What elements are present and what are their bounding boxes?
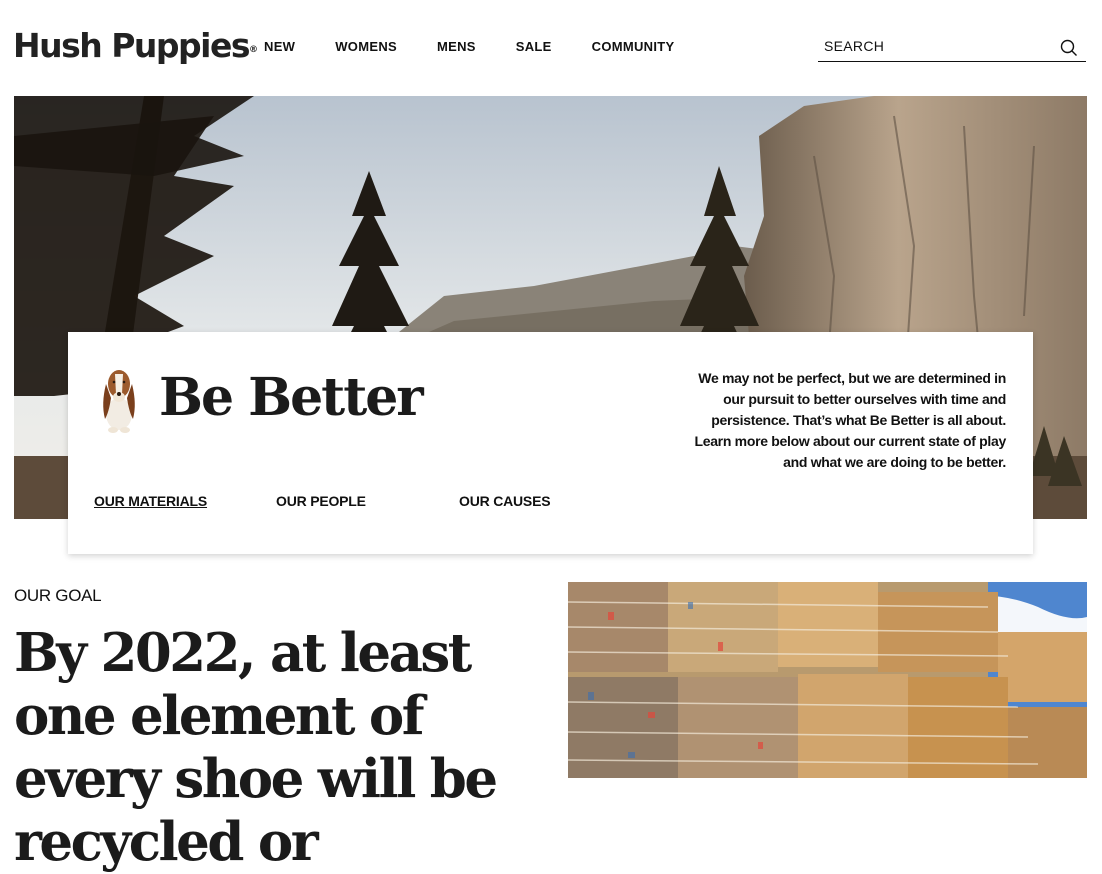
nav-womens[interactable]: WOMENS xyxy=(335,39,397,55)
section-label: OUR GOAL xyxy=(14,586,102,605)
brand-name: Hush Puppies xyxy=(13,26,251,65)
main-nav: NEW WOMENS MENS SALE COMMUNITY xyxy=(264,39,714,55)
nav-mens[interactable]: MENS xyxy=(437,39,476,55)
tab-our-causes[interactable]: OUR CAUSES xyxy=(459,492,551,510)
search-bar xyxy=(818,34,1086,62)
card-title: Be Better xyxy=(159,367,424,428)
nav-sale[interactable]: SALE xyxy=(516,39,552,55)
be-better-card: Be Better We may not be perfect, but we … xyxy=(68,332,1033,554)
recycled-cardboard-image xyxy=(568,582,1087,778)
tab-our-materials[interactable]: OUR MATERIALS xyxy=(94,492,276,510)
search-input[interactable] xyxy=(818,38,1044,54)
nav-community[interactable]: COMMUNITY xyxy=(592,39,675,55)
brand-logo[interactable]: Hush Puppies® xyxy=(13,26,258,66)
search-icon[interactable] xyxy=(1060,39,1078,57)
basset-hound-logo xyxy=(103,370,135,433)
tab-our-people[interactable]: OUR PEOPLE xyxy=(276,492,459,510)
registered-mark: ® xyxy=(249,45,258,55)
goal-headline: By 2022, at least one element of every s… xyxy=(14,622,498,873)
nav-new[interactable]: NEW xyxy=(264,39,295,55)
card-description: We may not be perfect, but we are determ… xyxy=(694,370,1006,470)
be-better-subnav: OUR MATERIALS OUR PEOPLE OUR CAUSES xyxy=(94,492,551,510)
